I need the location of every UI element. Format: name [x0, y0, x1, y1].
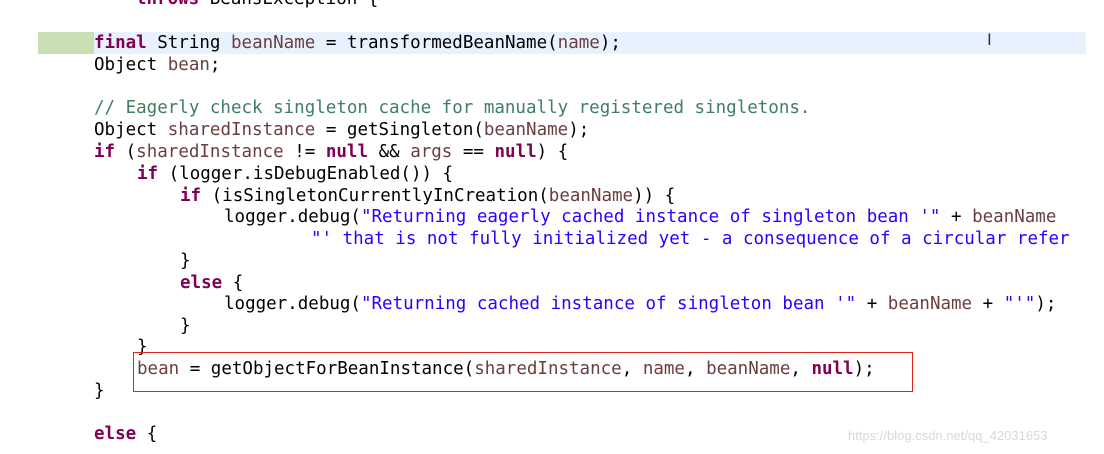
code-text: +	[982, 294, 994, 314]
code-line-close-brace[interactable]: }	[180, 250, 191, 272]
code-text: String	[157, 33, 221, 53]
code-line-if-debug[interactable]: if (logger.isDebugEnabled()) {	[137, 163, 453, 185]
string-literal: "' that is not fully initialized yet - a…	[311, 229, 1070, 249]
keyword: if	[180, 186, 202, 206]
code-text: logger.debug(	[224, 207, 361, 227]
local-variable: args	[410, 142, 453, 162]
code-line-close-brace[interactable]: }	[94, 380, 105, 402]
code-text: }	[180, 316, 191, 336]
code-line-else[interactable]: else {	[180, 272, 243, 294]
code-text: !=	[294, 142, 316, 162]
code-text: );	[568, 120, 590, 140]
code-text: (isSingletonCurrentlyInCreation(	[211, 186, 549, 206]
code-text: )) {	[633, 186, 676, 206]
code-text: ;	[209, 55, 221, 75]
local-variable: sharedInstance	[136, 142, 284, 162]
code-line-debug-cached[interactable]: logger.debug("Returning cached instance …	[224, 293, 1056, 315]
local-variable: beanName	[887, 294, 973, 314]
local-variable: sharedInstance	[167, 120, 316, 140]
highlight-annotation-box	[133, 352, 913, 392]
keyword: null	[325, 142, 369, 162]
code-text: getSingleton(	[346, 120, 484, 140]
local-variable: bean	[167, 55, 210, 75]
code-text: transformedBeanName(	[346, 33, 558, 53]
local-variable: name	[557, 33, 600, 53]
local-variable: beanName	[548, 186, 634, 206]
code-text: Object	[94, 120, 158, 140]
code-text: }	[180, 251, 191, 271]
keyword: if	[137, 164, 159, 184]
code-line-beanname-decl[interactable]: final String beanName = transformedBeanN…	[94, 32, 621, 54]
watermark: https://blog.csdn.net/qq_42031653	[848, 428, 1048, 443]
code-line-bean-decl[interactable]: Object bean;	[94, 54, 220, 76]
code-comment: // Eagerly check singleton cache for man…	[94, 98, 811, 118]
code-text: {	[146, 424, 158, 444]
local-variable: beanName	[483, 120, 569, 140]
code-line-else[interactable]: else {	[94, 423, 157, 445]
code-text: (logger.isDebugEnabled()) {	[168, 164, 454, 184]
code-line-throws[interactable]: throws BeansException {	[136, 0, 378, 10]
code-text: +	[866, 294, 878, 314]
string-literal: "Returning eagerly cached instance of si…	[360, 207, 941, 227]
code-text: ==	[462, 142, 484, 162]
keyword: final	[94, 33, 147, 53]
code-text: );	[1035, 294, 1057, 314]
local-variable: beanName	[972, 207, 1057, 227]
code-line-shared-instance[interactable]: Object sharedInstance = getSingleton(bea…	[94, 119, 589, 141]
keyword: throws	[136, 0, 199, 9]
keyword: if	[94, 142, 116, 162]
code-line-string-continuation[interactable]: "' that is not fully initialized yet - a…	[311, 228, 1070, 250]
keyword: else	[180, 273, 223, 293]
code-text: }	[94, 381, 105, 401]
code-line-if-creation[interactable]: if (isSingletonCurrentlyInCreation(beanN…	[180, 185, 675, 207]
code-text: );	[599, 33, 621, 53]
code-text: logger.debug(	[224, 294, 361, 314]
code-text: +	[951, 207, 962, 227]
keyword: null	[494, 142, 537, 162]
current-line-marker	[38, 32, 94, 54]
code-text: &&	[378, 142, 400, 162]
code-editor[interactable]: throws BeansException { final String bea…	[0, 0, 1104, 454]
code-text: =	[325, 33, 337, 53]
code-text: (	[125, 142, 137, 162]
code-line-comment[interactable]: // Eagerly check singleton cache for man…	[94, 97, 810, 119]
ibeam-cursor-icon: I	[987, 30, 992, 49]
code-text: {	[232, 273, 244, 293]
code-text: BeansException {	[210, 0, 379, 9]
code-line-debug-eagerly[interactable]: logger.debug("Returning eagerly cached i…	[224, 206, 1056, 228]
string-literal: "'"	[1003, 294, 1036, 314]
local-variable: beanName	[231, 33, 316, 53]
keyword: else	[94, 424, 137, 444]
code-text: =	[325, 120, 337, 140]
string-literal: "Returning cached instance of singleton …	[360, 294, 857, 314]
code-text: Object	[94, 55, 158, 75]
code-line-close-brace[interactable]: }	[180, 315, 191, 337]
code-text: ) {	[536, 142, 569, 162]
code-line-if-shared[interactable]: if (sharedInstance != null && args == nu…	[94, 141, 568, 163]
